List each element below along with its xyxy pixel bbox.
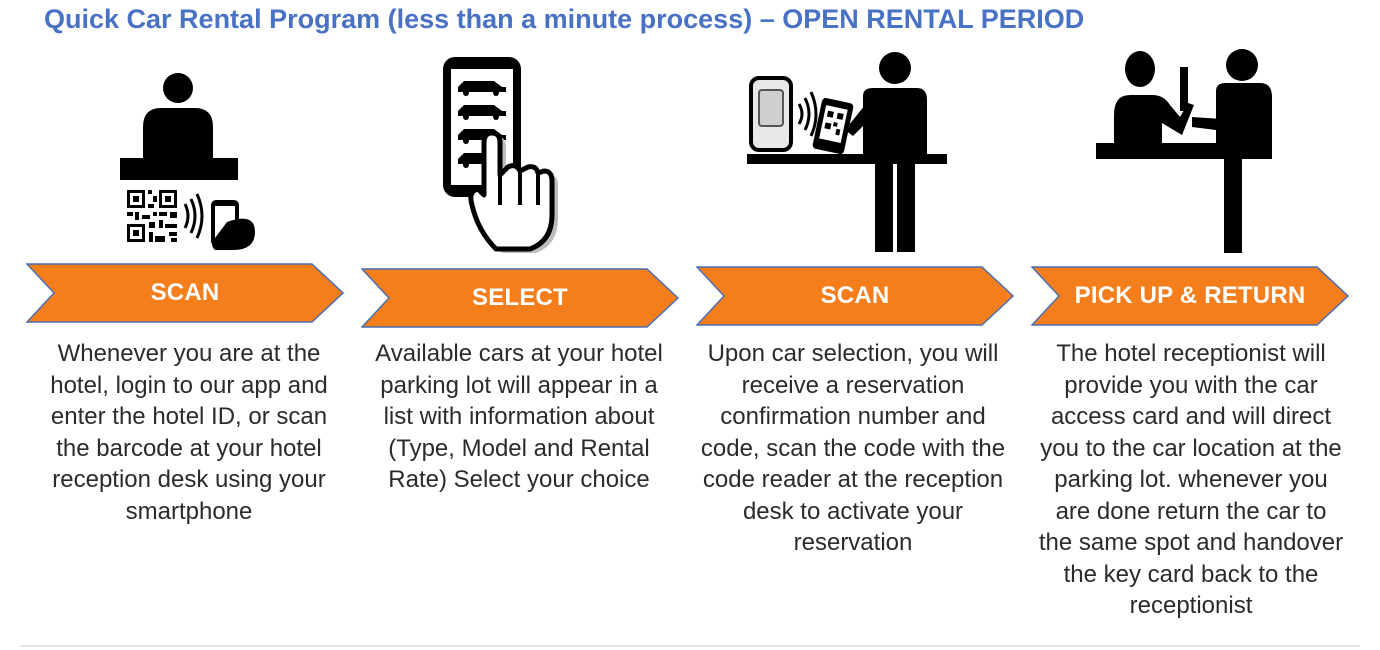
receptionist-handover-icon [1096, 49, 1272, 253]
step-2-description: Available cars at your hotel parking lot… [375, 340, 663, 493]
page-title: Quick Car Rental Program (less than a mi… [44, 4, 1085, 34]
divider [20, 645, 1360, 647]
step-1-arrow: SCAN [26, 263, 344, 323]
step-3-arrow: SCAN [696, 266, 1014, 326]
step-1-description: Whenever you are at the hotel, login to … [50, 340, 328, 525]
step-2-arrow: SELECT [361, 268, 679, 328]
receptionist-desk-qr-scan-icon [120, 73, 255, 250]
step-4-arrow: PICK UP & RETURN [1031, 266, 1349, 326]
step-4-description: The hotel receptionist will provide you … [1038, 340, 1344, 619]
step-4-label: PICK UP & RETURN [1074, 282, 1306, 309]
person-scanning-phone-at-reader-icon [747, 52, 947, 252]
phone-car-list-tap-icon [443, 57, 558, 253]
step-3-label: SCAN [820, 282, 890, 309]
step-1-label: SCAN [150, 279, 220, 306]
step-3-description: Upon car selection, you will receive a r… [700, 340, 1006, 556]
step-2-label: SELECT [472, 284, 568, 311]
